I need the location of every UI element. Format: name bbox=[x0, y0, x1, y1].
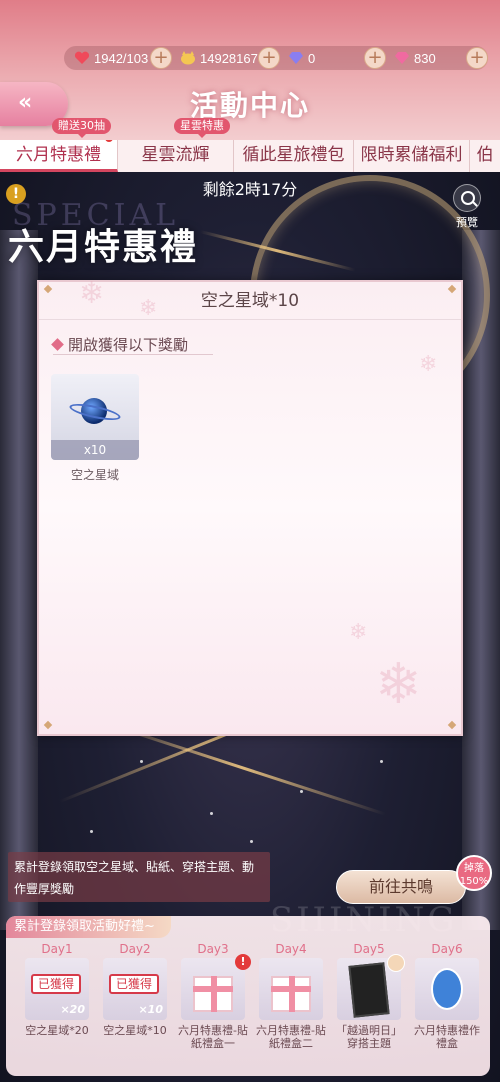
cat-coin-icon bbox=[180, 51, 196, 65]
daily-login-title: 累計登錄領取活動好禮~ bbox=[6, 916, 171, 938]
day-reward-name: 空之星域*20 bbox=[25, 1024, 89, 1037]
stamina-value: 1942/103 bbox=[94, 50, 149, 66]
coin-value: 14928167 bbox=[200, 50, 258, 66]
snowflake-icon: ❄ bbox=[375, 652, 422, 717]
tab-badge-nebula-deal: 星雲特惠 bbox=[174, 118, 230, 138]
heart-icon bbox=[74, 51, 90, 65]
claimable-alert-icon: ! bbox=[235, 954, 251, 970]
snowflake-icon: ❄ bbox=[79, 276, 105, 311]
day-label: Day1 bbox=[41, 942, 73, 956]
tab-nebula-glow[interactable]: 星雲流輝 bbox=[118, 140, 234, 172]
day-reward-box bbox=[415, 958, 479, 1020]
tab-june-special[interactable]: 六月特惠禮 bbox=[0, 140, 118, 172]
day-reward-box bbox=[337, 954, 405, 1020]
pink-diamond-value: 830 bbox=[414, 50, 436, 66]
day-reward-name: 「越過明日」穿搭主題 bbox=[336, 1024, 402, 1050]
coin-counter: 14928167 bbox=[180, 46, 258, 70]
tab-label: 六月特惠禮 bbox=[16, 145, 101, 165]
day-reward-4[interactable]: Day4 六月特惠禮-貼紙禮盒二 bbox=[256, 942, 326, 1050]
tab-label: 限時累儲福利 bbox=[360, 145, 463, 165]
tab-badge-free-draws: 贈送30抽 bbox=[52, 118, 111, 138]
reward-popup: 空之星域*10 開啟獲得以下獎勵 x10 空之星域 ❄ ❄ ❄ ❄ ❄ bbox=[37, 276, 463, 736]
tab-star-journey-pack[interactable]: 循此星旅禮包 bbox=[234, 140, 354, 172]
daily-login-panel: 累計登錄領取活動好禮~ Day1 已獲得 ×20 空之星域*20 Day2 已獲… bbox=[6, 916, 490, 1076]
go-resonance-button[interactable]: 前往共鳴 bbox=[336, 870, 466, 904]
claimed-stamp: 已獲得 bbox=[31, 974, 81, 994]
day-reward-box: 已獲得 ×20 bbox=[25, 958, 89, 1020]
day-reward-name: 六月特惠禮-貼紙禮盒一 bbox=[178, 1024, 248, 1050]
reward-quantity: x10 bbox=[51, 440, 139, 460]
drop-rate-badge: 掉落150% bbox=[456, 855, 492, 891]
pink-diamond-icon bbox=[394, 51, 410, 65]
phone-theme-icon bbox=[348, 962, 390, 1018]
reward-icon-box: x10 bbox=[51, 374, 139, 460]
day-quantity: ×10 bbox=[138, 1003, 163, 1016]
tab-label: 循此星旅禮包 bbox=[242, 145, 345, 165]
add-stamina-button[interactable]: + bbox=[150, 47, 172, 69]
day-reward-name: 六月特惠禮-貼紙禮盒二 bbox=[256, 1024, 326, 1050]
reward-name: 空之星域 bbox=[70, 468, 119, 482]
tab-label: 星雲流輝 bbox=[141, 145, 210, 165]
day-label: Day6 bbox=[431, 942, 463, 956]
day-reward-box: ! bbox=[181, 954, 251, 1020]
pink-diamond-counter: 830 bbox=[394, 46, 436, 70]
day-reward-1[interactable]: Day1 已獲得 ×20 空之星域*20 bbox=[22, 942, 92, 1037]
section-heading: 開啟獲得以下獎勵 bbox=[51, 334, 189, 355]
notification-dot bbox=[105, 140, 113, 142]
tab-label: 伯 bbox=[476, 145, 494, 165]
day-reward-6[interactable]: Day6 六月特惠禮作禮盒 bbox=[412, 942, 482, 1050]
day-reward-name: 空之星域*10 bbox=[103, 1024, 167, 1037]
corner-ornament bbox=[43, 720, 53, 730]
day-reward-3[interactable]: Day3 ! 六月特惠禮-貼紙禮盒一 bbox=[178, 942, 251, 1050]
snowflake-icon: ❄ bbox=[139, 296, 158, 321]
day-reward-box: 已獲得 ×10 bbox=[103, 958, 167, 1020]
tab-limited-topup[interactable]: 限時累儲福利 bbox=[354, 140, 470, 172]
tab-more[interactable]: 伯 bbox=[470, 140, 500, 172]
corner-ornament bbox=[447, 720, 457, 730]
day-label: Day4 bbox=[275, 942, 307, 956]
blue-diamond-icon bbox=[288, 51, 304, 65]
add-blue-diamond-button[interactable]: + bbox=[364, 47, 386, 69]
day-label: Day2 bbox=[119, 942, 151, 956]
pillar-left bbox=[0, 230, 38, 930]
add-coin-button[interactable]: + bbox=[258, 47, 280, 69]
tab-bar: 六月特惠禮 星雲流輝 循此星旅禮包 限時累儲福利 伯 bbox=[0, 140, 500, 172]
divider bbox=[53, 354, 213, 355]
day-label: Day3 bbox=[197, 942, 229, 956]
blue-diamond-value: 0 bbox=[308, 50, 316, 66]
stamina-counter: 1942/103 bbox=[74, 46, 148, 70]
action-gift-icon bbox=[431, 968, 463, 1010]
day-quantity: ×20 bbox=[60, 1003, 85, 1016]
gift-box-icon bbox=[193, 976, 233, 1012]
login-reward-note: 累計登錄領取空之星域、貼紙、穿搭主題、動作豐厚獎勵 bbox=[8, 852, 270, 902]
reward-item[interactable]: x10 空之星域 bbox=[51, 374, 139, 483]
section-label: 開啟獲得以下獎勵 bbox=[68, 336, 189, 354]
add-pink-diamond-button[interactable]: + bbox=[466, 47, 488, 69]
diamond-bullet-icon bbox=[51, 338, 64, 351]
day-reward-box bbox=[259, 958, 323, 1020]
preview-button[interactable]: 預覽 bbox=[450, 184, 484, 230]
magnifier-icon bbox=[453, 184, 481, 212]
blue-diamond-counter: 0 bbox=[288, 46, 315, 70]
remaining-time: 剩餘2時17分 bbox=[202, 180, 298, 199]
snowflake-icon: ❄ bbox=[349, 620, 368, 645]
snowflake-icon: ❄ bbox=[419, 352, 438, 377]
day-reward-name: 六月特惠禮作禮盒 bbox=[414, 1024, 480, 1050]
day-reward-5[interactable]: Day5 「越過明日」穿搭主題 bbox=[334, 942, 405, 1050]
preview-label: 預覽 bbox=[456, 216, 478, 229]
day-reward-2[interactable]: Day2 已獲得 ×10 空之星域*10 bbox=[100, 942, 170, 1037]
claimed-stamp: 已獲得 bbox=[109, 974, 159, 994]
event-title: 六月特惠禮 bbox=[8, 227, 199, 268]
character-badge-icon bbox=[387, 954, 405, 972]
gift-box-icon bbox=[271, 976, 311, 1012]
